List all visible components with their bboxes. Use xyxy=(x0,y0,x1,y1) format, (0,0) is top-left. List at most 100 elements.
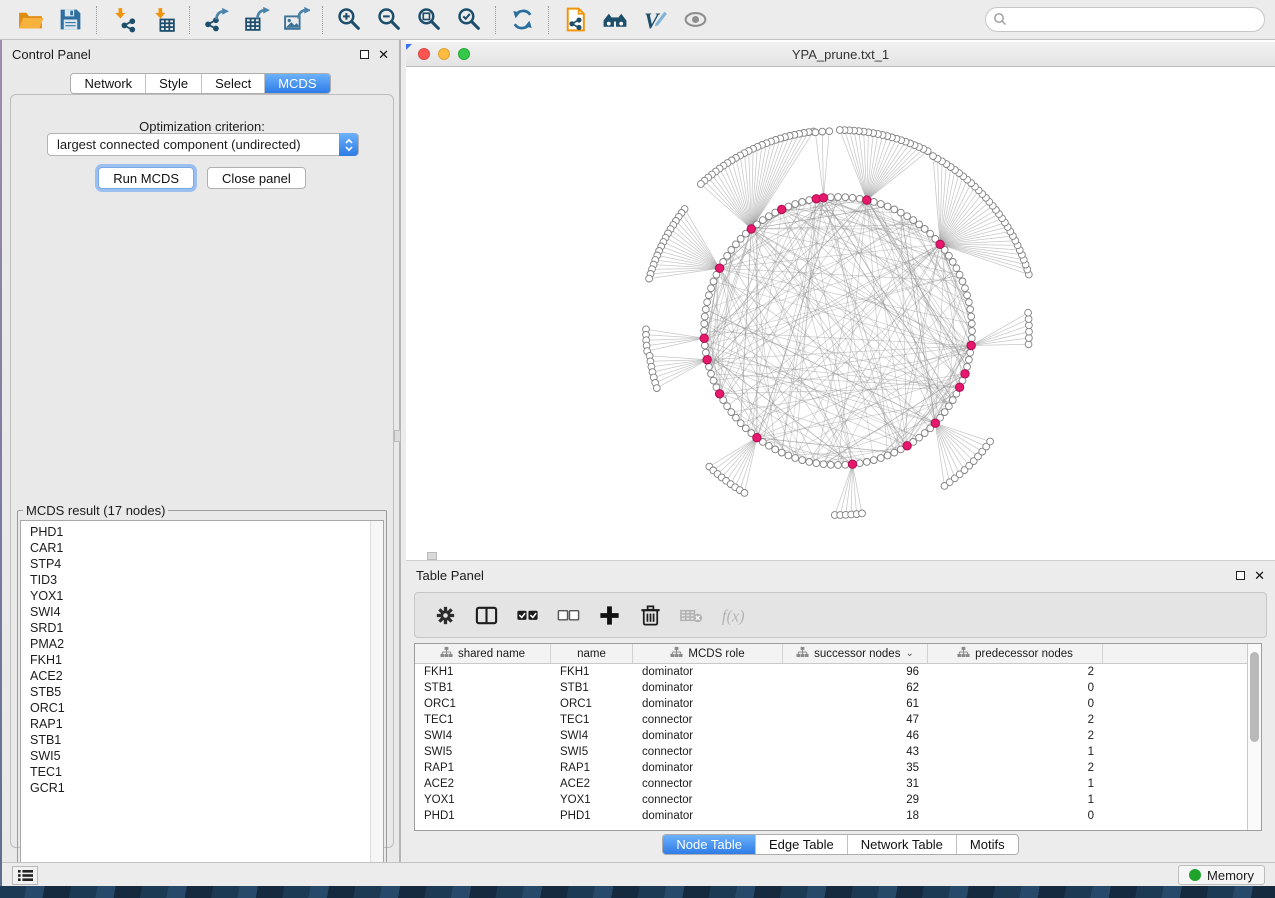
mcds-result-item[interactable]: STB1 xyxy=(30,732,383,748)
export-network-icon[interactable] xyxy=(196,4,236,36)
mcds-result-list[interactable]: PHD1CAR1STP4TID3YOX1SWI4SRD1PMA2FKH1ACE2… xyxy=(20,520,384,872)
tab-node-table[interactable]: Node Table xyxy=(663,835,756,854)
mcds-result-item[interactable]: CAR1 xyxy=(30,540,383,556)
zoom-fit-icon[interactable] xyxy=(409,4,449,36)
table-cell: TEC1 xyxy=(415,714,551,726)
cytoscape-app-window: V Control Panel ✕ NetworkStyleSelectMCDS… xyxy=(0,0,1275,898)
add-column-icon[interactable] xyxy=(591,597,628,633)
table-row[interactable]: RAP1RAP1dominator352 xyxy=(415,760,1261,776)
mcds-result-item[interactable]: STP4 xyxy=(30,556,383,572)
function-builder-icon: f(x) xyxy=(714,597,751,633)
export-table-icon[interactable] xyxy=(236,4,276,36)
table-row[interactable]: SWI5SWI5connector431 xyxy=(415,744,1261,760)
table-cell: dominator xyxy=(633,730,783,742)
table-row[interactable]: TEC1TEC1connector472 xyxy=(415,712,1261,728)
mcds-result-item[interactable]: SWI4 xyxy=(30,604,383,620)
tab-motifs[interactable]: Motifs xyxy=(957,835,1018,854)
mcds-result-item[interactable]: YOX1 xyxy=(30,588,383,604)
table-row[interactable]: PHD1PHD1dominator180 xyxy=(415,808,1261,824)
mcds-result-item[interactable]: TID3 xyxy=(30,572,383,588)
close-panel-icon[interactable]: ✕ xyxy=(378,50,389,59)
column-label: name xyxy=(577,648,606,660)
table-cell: 31 xyxy=(783,778,928,790)
zoom-in-icon[interactable] xyxy=(329,4,369,36)
deselect-all-rows-icon[interactable] xyxy=(550,597,587,633)
mcds-result-item[interactable]: ORC1 xyxy=(30,700,383,716)
mcds-result-item[interactable]: PMA2 xyxy=(30,636,383,652)
mcds-result-item[interactable]: RAP1 xyxy=(30,716,383,732)
table-scrollbar-thumb[interactable] xyxy=(1250,652,1259,742)
export-image-icon[interactable] xyxy=(276,4,316,36)
vizmapper-icon[interactable]: V xyxy=(635,4,675,36)
table-row[interactable]: FKH1FKH1dominator962 xyxy=(415,664,1261,680)
delete-column-icon[interactable] xyxy=(632,597,669,633)
column-header-shared-name[interactable]: shared name xyxy=(415,644,551,663)
zoom-selected-icon[interactable] xyxy=(449,4,489,36)
mcds-result-item[interactable]: SRD1 xyxy=(30,620,383,636)
run-mcds-button[interactable]: Run MCDS xyxy=(98,167,194,189)
zoom-out-icon[interactable] xyxy=(369,4,409,36)
result-list-scrollbar[interactable] xyxy=(370,521,383,871)
mcds-result-item[interactable]: PHD1 xyxy=(30,524,383,540)
close-table-panel-icon[interactable]: ✕ xyxy=(1254,571,1265,580)
column-type-icon xyxy=(440,646,453,661)
tab-select[interactable]: Select xyxy=(202,74,265,93)
tab-mcds[interactable]: MCDS xyxy=(265,74,329,93)
toolbar-separator xyxy=(96,6,97,34)
mcds-result-item[interactable]: SWI5 xyxy=(30,748,383,764)
table-row[interactable]: ORC1ORC1dominator610 xyxy=(415,696,1261,712)
column-header-name[interactable]: name xyxy=(551,644,633,663)
tab-network-table[interactable]: Network Table xyxy=(848,835,957,854)
open-session-icon[interactable] xyxy=(10,4,50,36)
mcds-result-item[interactable]: FKH1 xyxy=(30,652,383,668)
table-cell: dominator xyxy=(633,698,783,710)
share-document-icon[interactable] xyxy=(555,4,595,36)
table-row[interactable]: SWI4SWI4dominator462 xyxy=(415,728,1261,744)
criterion-dropdown[interactable]: largest connected component (undirected) xyxy=(47,133,359,156)
toggle-panel-mode-icon[interactable] xyxy=(468,597,505,633)
table-cell: 0 xyxy=(928,810,1103,822)
mcds-result-item[interactable]: TEC1 xyxy=(30,764,383,780)
search-icon xyxy=(993,12,1007,31)
tab-network[interactable]: Network xyxy=(71,74,146,93)
search-input[interactable] xyxy=(985,7,1265,32)
float-panel-icon[interactable] xyxy=(360,50,369,59)
network-window-title: YPA_prune.txt_1 xyxy=(406,47,1275,62)
table-row[interactable]: YOX1YOX1connector291 xyxy=(415,792,1261,808)
table-scrollbar[interactable] xyxy=(1247,644,1261,830)
column-type-icon xyxy=(796,646,809,661)
memory-button[interactable]: Memory xyxy=(1178,865,1265,885)
column-label: shared name xyxy=(458,648,525,660)
table-settings-icon[interactable] xyxy=(427,597,464,633)
float-table-panel-icon[interactable] xyxy=(1236,571,1245,580)
close-panel-button[interactable]: Close panel xyxy=(207,167,306,189)
table-row[interactable]: STB1STB1dominator620 xyxy=(415,680,1261,696)
import-network-icon[interactable] xyxy=(103,4,143,36)
tab-style[interactable]: Style xyxy=(146,74,202,93)
network-graph[interactable] xyxy=(406,67,1275,559)
table-cell: 2 xyxy=(928,730,1103,742)
import-table-icon[interactable] xyxy=(143,4,183,36)
column-label: MCDS role xyxy=(688,648,744,660)
column-header-successor-nodes[interactable]: successor nodes⌄ xyxy=(783,644,928,663)
table-row[interactable]: ACE2ACE2connector311 xyxy=(415,776,1261,792)
table-cell: 1 xyxy=(928,794,1103,806)
task-history-button[interactable] xyxy=(12,866,38,885)
eye-icon[interactable] xyxy=(675,4,715,36)
column-header-predecessor-nodes[interactable]: predecessor nodes xyxy=(928,644,1103,663)
select-all-rows-icon[interactable] xyxy=(509,597,546,633)
mcds-result-item[interactable]: STB5 xyxy=(30,684,383,700)
tab-edge-table[interactable]: Edge Table xyxy=(756,835,848,854)
apply-layout-icon[interactable] xyxy=(502,4,542,36)
toolbar-separator xyxy=(495,6,496,34)
table-cell: connector xyxy=(633,746,783,758)
column-header-MCDS-role[interactable]: MCDS role xyxy=(633,644,783,663)
save-session-icon[interactable] xyxy=(50,4,90,36)
table-cell: PHD1 xyxy=(551,810,633,822)
list-icon xyxy=(18,869,33,882)
horizontal-splitter-handle[interactable] xyxy=(427,552,437,560)
search-network-icon[interactable] xyxy=(595,4,635,36)
vertical-splitter-handle[interactable] xyxy=(394,430,401,442)
mcds-result-item[interactable]: GCR1 xyxy=(30,780,383,796)
mcds-result-item[interactable]: ACE2 xyxy=(30,668,383,684)
